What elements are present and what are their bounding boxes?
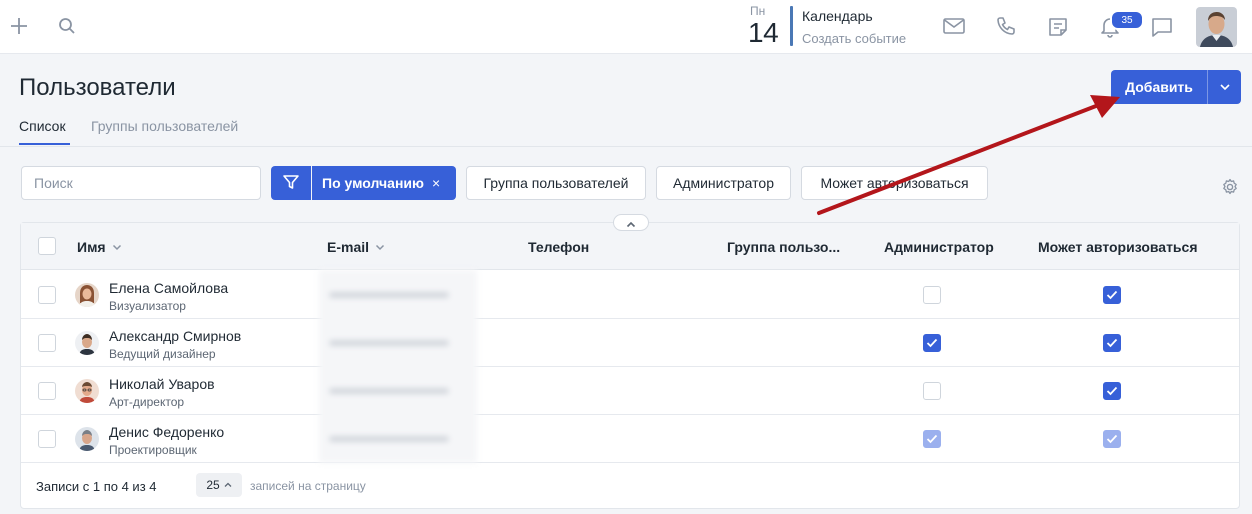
admin-checkbox[interactable] [923, 382, 941, 400]
records-count: Записи с 1 по 4 из 4 [36, 479, 157, 494]
blurred-email-column [319, 270, 477, 463]
user-name[interactable]: Александр Смирнов [109, 328, 241, 344]
tab-user-groups[interactable]: Группы пользователей [91, 118, 238, 134]
checkmark-icon [1106, 386, 1118, 396]
add-button[interactable]: Добавить [1111, 70, 1241, 104]
filter-chip-can-login[interactable]: Может авторизоваться [801, 166, 988, 200]
checkmark-icon [1106, 338, 1118, 348]
notes-icon[interactable] [1046, 15, 1070, 39]
user-name[interactable]: Николай Уваров [109, 376, 215, 392]
per-page-value: 25 [206, 478, 220, 492]
row-checkbox[interactable] [38, 382, 56, 400]
user-role: Арт-директор [109, 395, 185, 409]
can-login-checkbox [1103, 430, 1121, 448]
top-bar: Пн 14 Календарь Создать событие 35 [0, 0, 1252, 54]
chevron-up-icon [224, 482, 232, 488]
chevron-down-icon[interactable] [1208, 83, 1241, 91]
checkmark-icon [1106, 290, 1118, 300]
gear-icon[interactable] [1221, 178, 1241, 198]
user-avatar[interactable] [1196, 7, 1237, 47]
checkmark-icon [926, 434, 938, 444]
plus-icon[interactable] [8, 15, 30, 37]
column-name[interactable]: Имя [77, 239, 122, 255]
table-row[interactable]: Николай Уваров Арт-директор [21, 367, 1239, 415]
per-page-select[interactable]: 25 [196, 473, 242, 497]
calendar-title[interactable]: Календарь [802, 8, 873, 24]
per-page-label: записей на страницу [250, 479, 366, 493]
calendar-weekday: Пн [750, 4, 766, 18]
active-filter-chip[interactable]: По умолчанию × [312, 166, 456, 200]
column-admin[interactable]: Администратор [884, 239, 994, 255]
users-table: Имя E-mail Телефон Группа пользо... Адми… [20, 222, 1240, 509]
phone-icon[interactable] [994, 15, 1018, 37]
avatar [75, 379, 99, 403]
notification-badge: 35 [1110, 10, 1144, 30]
filter-icon [282, 173, 300, 194]
column-can-login[interactable]: Может авторизоваться [1038, 239, 1198, 255]
collapse-filters-button[interactable] [613, 214, 649, 231]
can-login-checkbox[interactable] [1103, 382, 1121, 400]
avatar [75, 427, 99, 451]
user-role: Проектировщик [109, 443, 197, 457]
search-icon[interactable] [56, 15, 78, 37]
mail-icon[interactable] [942, 15, 966, 37]
user-name[interactable]: Денис Федоренко [109, 424, 224, 440]
filter-chip-user-group[interactable]: Группа пользователей [466, 166, 646, 200]
filter-chip-admin[interactable]: Администратор [656, 166, 791, 200]
table-row[interactable]: Александр Смирнов Ведущий дизайнер [21, 319, 1239, 367]
header-divider [0, 146, 1252, 147]
active-tab-indicator [19, 143, 70, 145]
select-all-checkbox[interactable] [38, 237, 56, 255]
calendar-divider [790, 6, 793, 46]
page-title: Пользователи [19, 74, 176, 101]
calendar-day: 14 [748, 17, 779, 48]
create-event-link[interactable]: Создать событие [802, 31, 906, 46]
table-row[interactable]: Денис Федоренко Проектировщик [21, 415, 1239, 463]
active-filter-label: По умолчанию [322, 175, 424, 191]
admin-checkbox [923, 430, 941, 448]
column-email-label: E-mail [327, 239, 370, 255]
column-email[interactable]: E-mail [327, 239, 385, 255]
avatar [75, 331, 99, 355]
chevron-down-icon [375, 244, 385, 251]
row-checkbox[interactable] [38, 430, 56, 448]
chevron-up-icon [626, 215, 636, 231]
can-login-checkbox[interactable] [1103, 334, 1121, 352]
admin-checkbox[interactable] [923, 286, 941, 304]
can-login-checkbox[interactable] [1103, 286, 1121, 304]
add-button-label[interactable]: Добавить [1111, 79, 1207, 95]
user-role: Ведущий дизайнер [109, 347, 216, 361]
row-checkbox[interactable] [38, 334, 56, 352]
column-group[interactable]: Группа пользо... [727, 239, 840, 255]
chat-icon[interactable] [1150, 15, 1174, 39]
search-input[interactable] [21, 166, 261, 200]
checkmark-icon [926, 338, 938, 348]
table-row[interactable]: Елена Самойлова Визуализатор [21, 271, 1239, 319]
filter-button[interactable] [271, 166, 311, 200]
user-name[interactable]: Елена Самойлова [109, 280, 228, 296]
column-phone[interactable]: Телефон [528, 239, 589, 255]
chevron-down-icon [112, 244, 122, 251]
avatar [75, 283, 99, 307]
admin-checkbox[interactable] [923, 334, 941, 352]
close-icon[interactable]: × [432, 175, 440, 191]
row-checkbox[interactable] [38, 286, 56, 304]
user-role: Визуализатор [109, 299, 186, 313]
tab-list[interactable]: Список [19, 118, 66, 134]
column-name-label: Имя [77, 239, 106, 255]
checkmark-icon [1106, 434, 1118, 444]
